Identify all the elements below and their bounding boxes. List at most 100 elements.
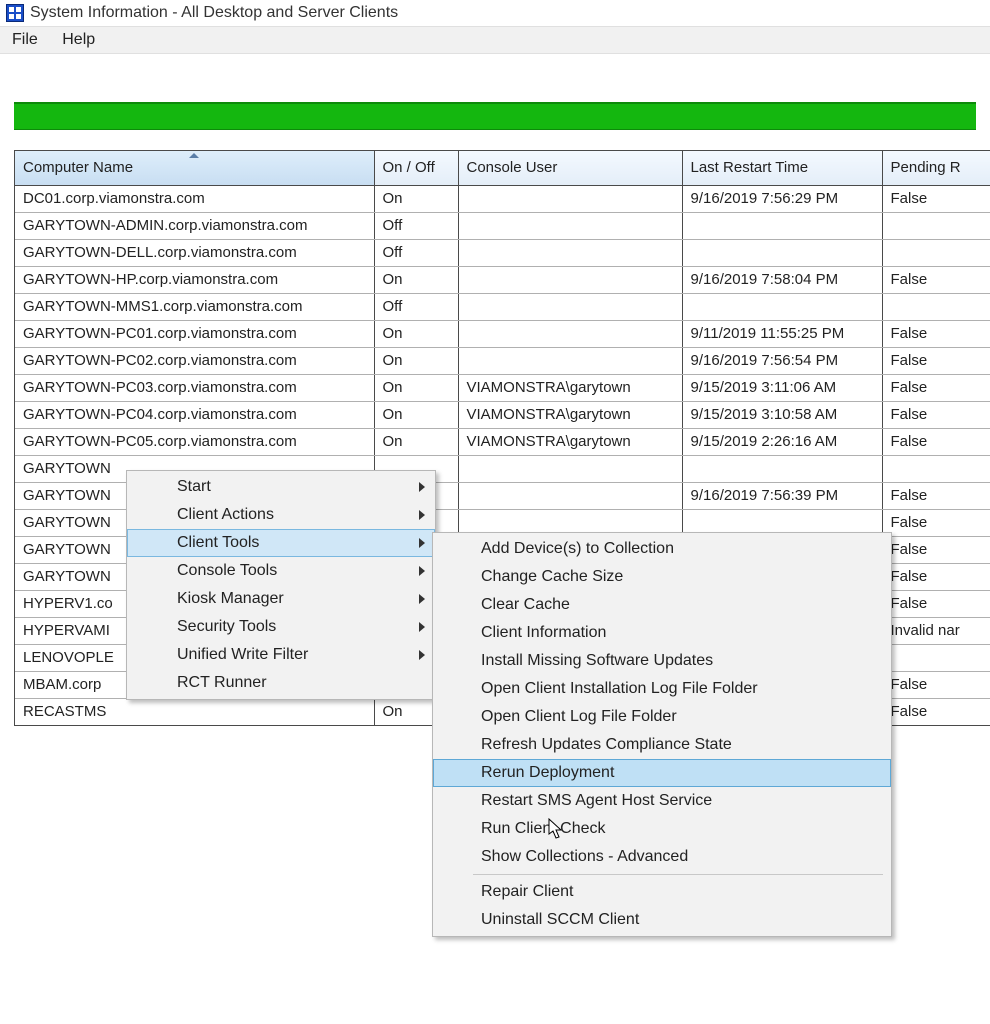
cell-user — [458, 239, 682, 266]
cell-name: GARYTOWN-MMS1.corp.viamonstra.com — [15, 293, 374, 320]
ctx-item-unified-write-filter[interactable]: Unified Write Filter — [127, 641, 435, 669]
cell-name: DC01.corp.viamonstra.com — [15, 185, 374, 212]
menu-help[interactable]: Help — [62, 31, 95, 48]
ctx-sub-item-clear-cache[interactable]: Clear Cache — [433, 591, 891, 619]
ctx-sub-item-uninstall-sccm-client[interactable]: Uninstall SCCM Client — [433, 906, 891, 934]
col-header-console-user[interactable]: Console User — [458, 151, 682, 185]
cell-user — [458, 293, 682, 320]
ctx-sub-item-repair-client[interactable]: Repair Client — [433, 878, 891, 906]
ctx-item-client-actions[interactable]: Client Actions — [127, 501, 435, 529]
cell-onoff: On — [374, 320, 458, 347]
cell-restart: 9/15/2019 3:10:58 AM — [682, 401, 882, 428]
cell-restart — [682, 239, 882, 266]
table-row[interactable]: GARYTOWN-PC02.corp.viamonstra.comOn9/16/… — [15, 347, 990, 374]
cell-restart: 9/15/2019 2:26:16 AM — [682, 428, 882, 455]
cell-pending: Invalid nar — [882, 617, 990, 644]
cell-pending — [882, 644, 990, 671]
cell-pending — [882, 455, 990, 482]
title-bar: System Information - All Desktop and Ser… — [0, 0, 990, 26]
cell-pending: False — [882, 590, 990, 617]
cell-user — [458, 266, 682, 293]
cell-onoff: Off — [374, 212, 458, 239]
table-row[interactable]: GARYTOWN-DELL.corp.viamonstra.comOff — [15, 239, 990, 266]
ctx-sub-item-install-missing-software-updates[interactable]: Install Missing Software Updates — [433, 647, 891, 675]
status-bar — [14, 102, 976, 130]
cell-onoff: On — [374, 266, 458, 293]
cell-user: VIAMONSTRA\garytown — [458, 374, 682, 401]
table-row[interactable]: GARYTOWN-MMS1.corp.viamonstra.comOff — [15, 293, 990, 320]
cell-restart — [682, 455, 882, 482]
ctx-sub-item-rerun-deployment[interactable]: Rerun Deployment — [433, 759, 891, 787]
ctx-sub-item-add-device-s-to-collection[interactable]: Add Device(s) to Collection — [433, 535, 891, 563]
cell-name: GARYTOWN-PC03.corp.viamonstra.com — [15, 374, 374, 401]
table-row[interactable]: GARYTOWN-PC01.corp.viamonstra.comOn9/11/… — [15, 320, 990, 347]
cell-pending — [882, 212, 990, 239]
cell-pending: False — [882, 671, 990, 698]
col-header-computer-name[interactable]: Computer Name — [15, 151, 374, 185]
cell-name: RECASTMS — [15, 698, 374, 725]
cell-onoff: On — [374, 347, 458, 374]
cell-user: VIAMONSTRA\garytown — [458, 428, 682, 455]
ctx-item-kiosk-manager[interactable]: Kiosk Manager — [127, 585, 435, 613]
table-row[interactable]: DC01.corp.viamonstra.comOn9/16/2019 7:56… — [15, 185, 990, 212]
cell-pending: False — [882, 347, 990, 374]
cell-user — [458, 185, 682, 212]
window-title: System Information - All Desktop and Ser… — [30, 4, 398, 22]
ctx-sub-item-client-information[interactable]: Client Information — [433, 619, 891, 647]
cell-name: GARYTOWN-HP.corp.viamonstra.com — [15, 266, 374, 293]
ctx-separator — [473, 874, 883, 875]
cell-name: GARYTOWN-DELL.corp.viamonstra.com — [15, 239, 374, 266]
cell-name: GARYTOWN-PC05.corp.viamonstra.com — [15, 428, 374, 455]
col-header-pending[interactable]: Pending R — [882, 151, 990, 185]
context-menu-main: StartClient ActionsClient ToolsConsole T… — [126, 470, 436, 700]
cell-pending: False — [882, 374, 990, 401]
cell-restart — [682, 212, 882, 239]
ctx-sub-item-show-collections-advanced[interactable]: Show Collections - Advanced — [433, 843, 891, 871]
cell-onoff: On — [374, 428, 458, 455]
ctx-item-start[interactable]: Start — [127, 473, 435, 501]
cell-onoff: On — [374, 374, 458, 401]
col-header-on-off[interactable]: On / Off — [374, 151, 458, 185]
cell-onoff: On — [374, 401, 458, 428]
cell-user — [458, 347, 682, 374]
ctx-item-client-tools[interactable]: Client Tools — [127, 529, 435, 557]
cell-pending — [882, 293, 990, 320]
cell-restart: 9/16/2019 7:56:39 PM — [682, 482, 882, 509]
table-row[interactable]: GARYTOWN-PC04.corp.viamonstra.comOnVIAMO… — [15, 401, 990, 428]
ctx-sub-item-open-client-installation-log-file-folder[interactable]: Open Client Installation Log File Folder — [433, 675, 891, 703]
table-row[interactable]: GARYTOWN-PC05.corp.viamonstra.comOnVIAMO… — [15, 428, 990, 455]
cell-pending: False — [882, 266, 990, 293]
col-header-last-restart[interactable]: Last Restart Time — [682, 151, 882, 185]
ctx-sub-item-run-client-check[interactable]: Run Client Check — [433, 815, 891, 843]
cell-onoff: Off — [374, 239, 458, 266]
ctx-item-rct-runner[interactable]: RCT Runner — [127, 669, 435, 697]
cell-restart: 9/11/2019 11:55:25 PM — [682, 320, 882, 347]
cell-pending: False — [882, 698, 990, 725]
ctx-sub-item-refresh-updates-compliance-state[interactable]: Refresh Updates Compliance State — [433, 731, 891, 759]
cell-user — [458, 482, 682, 509]
cell-restart: 9/15/2019 3:11:06 AM — [682, 374, 882, 401]
table-row[interactable]: GARYTOWN-ADMIN.corp.viamonstra.comOff — [15, 212, 990, 239]
cell-user — [458, 455, 682, 482]
cell-pending: False — [882, 509, 990, 536]
cell-onoff: Off — [374, 293, 458, 320]
table-header-row: Computer Name On / Off Console User Last… — [15, 151, 990, 185]
cell-onoff: On — [374, 185, 458, 212]
cell-name: GARYTOWN-PC04.corp.viamonstra.com — [15, 401, 374, 428]
table-row[interactable]: GARYTOWN-PC03.corp.viamonstra.comOnVIAMO… — [15, 374, 990, 401]
app-icon — [6, 4, 24, 22]
ctx-sub-item-open-client-log-file-folder[interactable]: Open Client Log File Folder — [433, 703, 891, 731]
cell-user: VIAMONSTRA\garytown — [458, 401, 682, 428]
ctx-sub-item-restart-sms-agent-host-service[interactable]: Restart SMS Agent Host Service — [433, 787, 891, 815]
table-row[interactable]: GARYTOWN-HP.corp.viamonstra.comOn9/16/20… — [15, 266, 990, 293]
ctx-item-security-tools[interactable]: Security Tools — [127, 613, 435, 641]
ctx-item-console-tools[interactable]: Console Tools — [127, 557, 435, 585]
menu-bar: File Help — [0, 26, 990, 54]
menu-file[interactable]: File — [12, 31, 38, 48]
cell-pending: False — [882, 536, 990, 563]
cell-pending: False — [882, 428, 990, 455]
cell-user — [458, 212, 682, 239]
cell-pending: False — [882, 185, 990, 212]
ctx-sub-item-change-cache-size[interactable]: Change Cache Size — [433, 563, 891, 591]
cell-pending: False — [882, 563, 990, 590]
